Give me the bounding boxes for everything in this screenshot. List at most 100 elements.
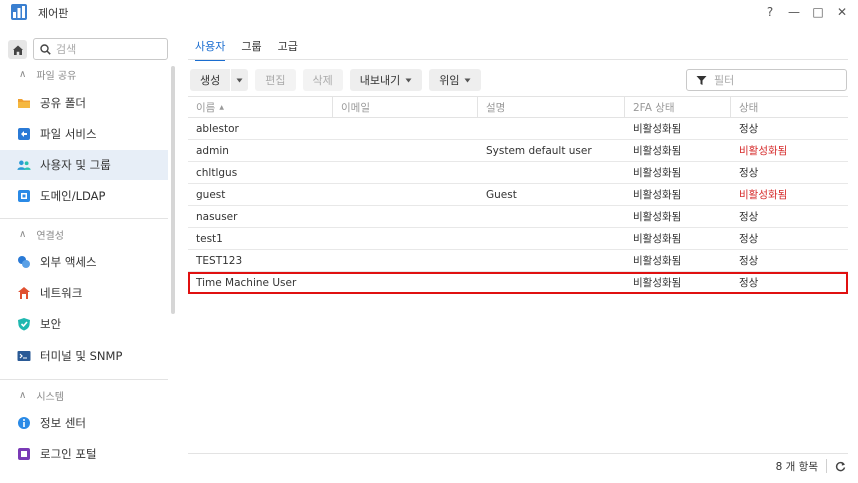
- cell-status: 정상: [739, 123, 759, 135]
- create-button[interactable]: 생성: [190, 69, 231, 91]
- delete-button[interactable]: 삭제: [302, 69, 343, 91]
- table-row-highlighted[interactable]: Time Machine User 비활성화됨 정상: [188, 272, 848, 294]
- sidebar-item-login-portal[interactable]: 로그인 포털: [0, 439, 168, 469]
- table-row[interactable]: guest Guest 비활성화됨 비활성화됨: [188, 184, 848, 206]
- table-row[interactable]: TEST123 비활성화됨 정상: [188, 250, 848, 272]
- edit-button[interactable]: 편집: [255, 69, 296, 91]
- external-access-icon: [17, 255, 31, 269]
- sidebar-item-info-center[interactable]: 정보 센터: [0, 408, 168, 438]
- cell-2fa-status: 비활성화됨: [633, 233, 682, 245]
- info-icon: [17, 416, 31, 430]
- terminal-icon: [17, 349, 31, 363]
- sidebar-item-shared-folder[interactable]: 공유 폴더: [0, 88, 168, 118]
- maximize-icon[interactable]: □: [812, 3, 824, 21]
- cell-name: chltlgus: [196, 166, 238, 179]
- cell-name: admin: [196, 144, 229, 157]
- section-system[interactable]: ∧ 시스템: [0, 385, 168, 405]
- users-icon: [17, 158, 31, 172]
- cell-name: guest: [196, 188, 226, 201]
- caret-down-icon: [236, 78, 243, 82]
- cell-description: [478, 228, 625, 249]
- sidebar-divider: [0, 379, 168, 380]
- cell-2fa-status: 비활성화됨: [633, 255, 682, 267]
- cell-status: 정상: [739, 211, 759, 223]
- sidebar-item-network[interactable]: 네트워크: [0, 278, 168, 308]
- cell-name: nasuser: [196, 210, 238, 223]
- tab-divider: [188, 59, 848, 60]
- cell-2fa-status: 비활성화됨: [633, 211, 682, 223]
- table-row[interactable]: admin System default user 비활성화됨 비활성화됨: [188, 140, 848, 162]
- security-shield-icon: [17, 317, 31, 331]
- sidebar-item-security[interactable]: 보안: [0, 309, 168, 339]
- table-row[interactable]: nasuser 비활성화됨 정상: [188, 206, 848, 228]
- cell-status: 비활성화됨: [739, 145, 788, 157]
- create-dropdown-button[interactable]: [231, 69, 249, 91]
- refresh-icon[interactable]: [835, 461, 846, 472]
- column-header-email[interactable]: 이메일: [333, 97, 478, 117]
- sidebar-item-users-groups[interactable]: 사용자 및 그룹: [0, 150, 168, 180]
- title-bar: 제어판 ? — □ ✕: [0, 0, 858, 26]
- cell-2fa-status: 비활성화됨: [633, 123, 682, 135]
- table-header: 이름 ▲ 이메일 설명 2FA 상태 상태: [188, 96, 848, 118]
- table-row[interactable]: test1 비활성화됨 정상: [188, 228, 848, 250]
- cell-description: [478, 272, 625, 293]
- cell-description: [478, 162, 625, 183]
- table-row[interactable]: chltlgus 비활성화됨 정상: [188, 162, 848, 184]
- cell-email: [333, 162, 478, 183]
- home-icon: [12, 45, 23, 55]
- delegate-button[interactable]: 위임: [429, 69, 482, 91]
- cell-2fa-status: 비활성화됨: [633, 189, 682, 201]
- sidebar-search-input[interactable]: 검색: [33, 38, 168, 60]
- sidebar: 검색 ∧ 파일 공유 공유 폴더 파일 서비스 사용자 및 그룹 도메인/LDA…: [0, 30, 175, 483]
- tab-groups[interactable]: 그룹: [241, 38, 261, 61]
- cell-name: ablestor: [196, 122, 239, 135]
- home-button[interactable]: [8, 40, 27, 59]
- column-header-name[interactable]: 이름 ▲: [188, 97, 333, 117]
- sidebar-scrollbar[interactable]: [171, 66, 175, 314]
- column-header-status[interactable]: 상태: [731, 97, 848, 117]
- sidebar-item-external-access[interactable]: 외부 액세스: [0, 247, 168, 277]
- folder-icon: [17, 96, 31, 110]
- cell-name: test1: [196, 232, 223, 245]
- tab-bar: 사용자 그룹 고급: [195, 38, 298, 61]
- chevron-up-icon: ∧: [19, 68, 27, 80]
- item-count: 8 개 항목: [775, 460, 818, 473]
- tab-users[interactable]: 사용자: [195, 38, 226, 61]
- footer-divider: [188, 453, 848, 454]
- minimize-icon[interactable]: —: [788, 3, 800, 21]
- cell-email: [333, 272, 478, 293]
- table-row[interactable]: ablestor 비활성화됨 정상: [188, 118, 848, 140]
- cell-description: [478, 118, 625, 139]
- sidebar-item-file-service[interactable]: 파일 서비스: [0, 119, 168, 149]
- search-icon: [40, 43, 51, 55]
- filter-input[interactable]: 필터: [686, 69, 847, 91]
- caret-down-icon: [464, 78, 471, 82]
- cell-status: 정상: [739, 277, 759, 289]
- cell-description: System default user: [486, 144, 592, 157]
- help-icon[interactable]: ?: [764, 3, 776, 21]
- section-file-sharing[interactable]: ∧ 파일 공유: [0, 64, 168, 84]
- cell-description: [478, 250, 625, 271]
- sidebar-item-domain-ldap[interactable]: 도메인/LDAP: [0, 181, 168, 211]
- main-panel: 사용자 그룹 고급 생성 편집 삭제 내보내기 위임 필터 이름 ▲ 이메일 설…: [177, 26, 858, 483]
- filter-placeholder: 필터: [714, 74, 735, 87]
- column-header-description[interactable]: 설명: [478, 97, 625, 117]
- sidebar-item-terminal-snmp[interactable]: 터미널 및 SNMP: [0, 341, 168, 371]
- export-button[interactable]: 내보내기: [349, 69, 423, 91]
- cell-email: [333, 228, 478, 249]
- section-connectivity[interactable]: ∧ 연결성: [0, 224, 168, 244]
- file-service-icon: [17, 127, 31, 141]
- users-table: 이름 ▲ 이메일 설명 2FA 상태 상태 ablestor 비활성화됨 정상 adm…: [188, 96, 848, 294]
- tab-advanced[interactable]: 고급: [278, 38, 298, 61]
- footer-separator: [826, 459, 827, 473]
- control-panel-app-icon: [11, 4, 27, 20]
- sidebar-divider: [0, 218, 168, 219]
- cell-name: Time Machine User: [196, 276, 297, 289]
- column-header-2fa[interactable]: 2FA 상태: [625, 97, 731, 117]
- cell-email: [333, 184, 478, 205]
- cell-email: [333, 140, 478, 161]
- login-portal-icon: [17, 447, 31, 461]
- close-icon[interactable]: ✕: [836, 3, 848, 21]
- cell-status: 정상: [739, 233, 759, 245]
- window-title: 제어판: [38, 7, 69, 20]
